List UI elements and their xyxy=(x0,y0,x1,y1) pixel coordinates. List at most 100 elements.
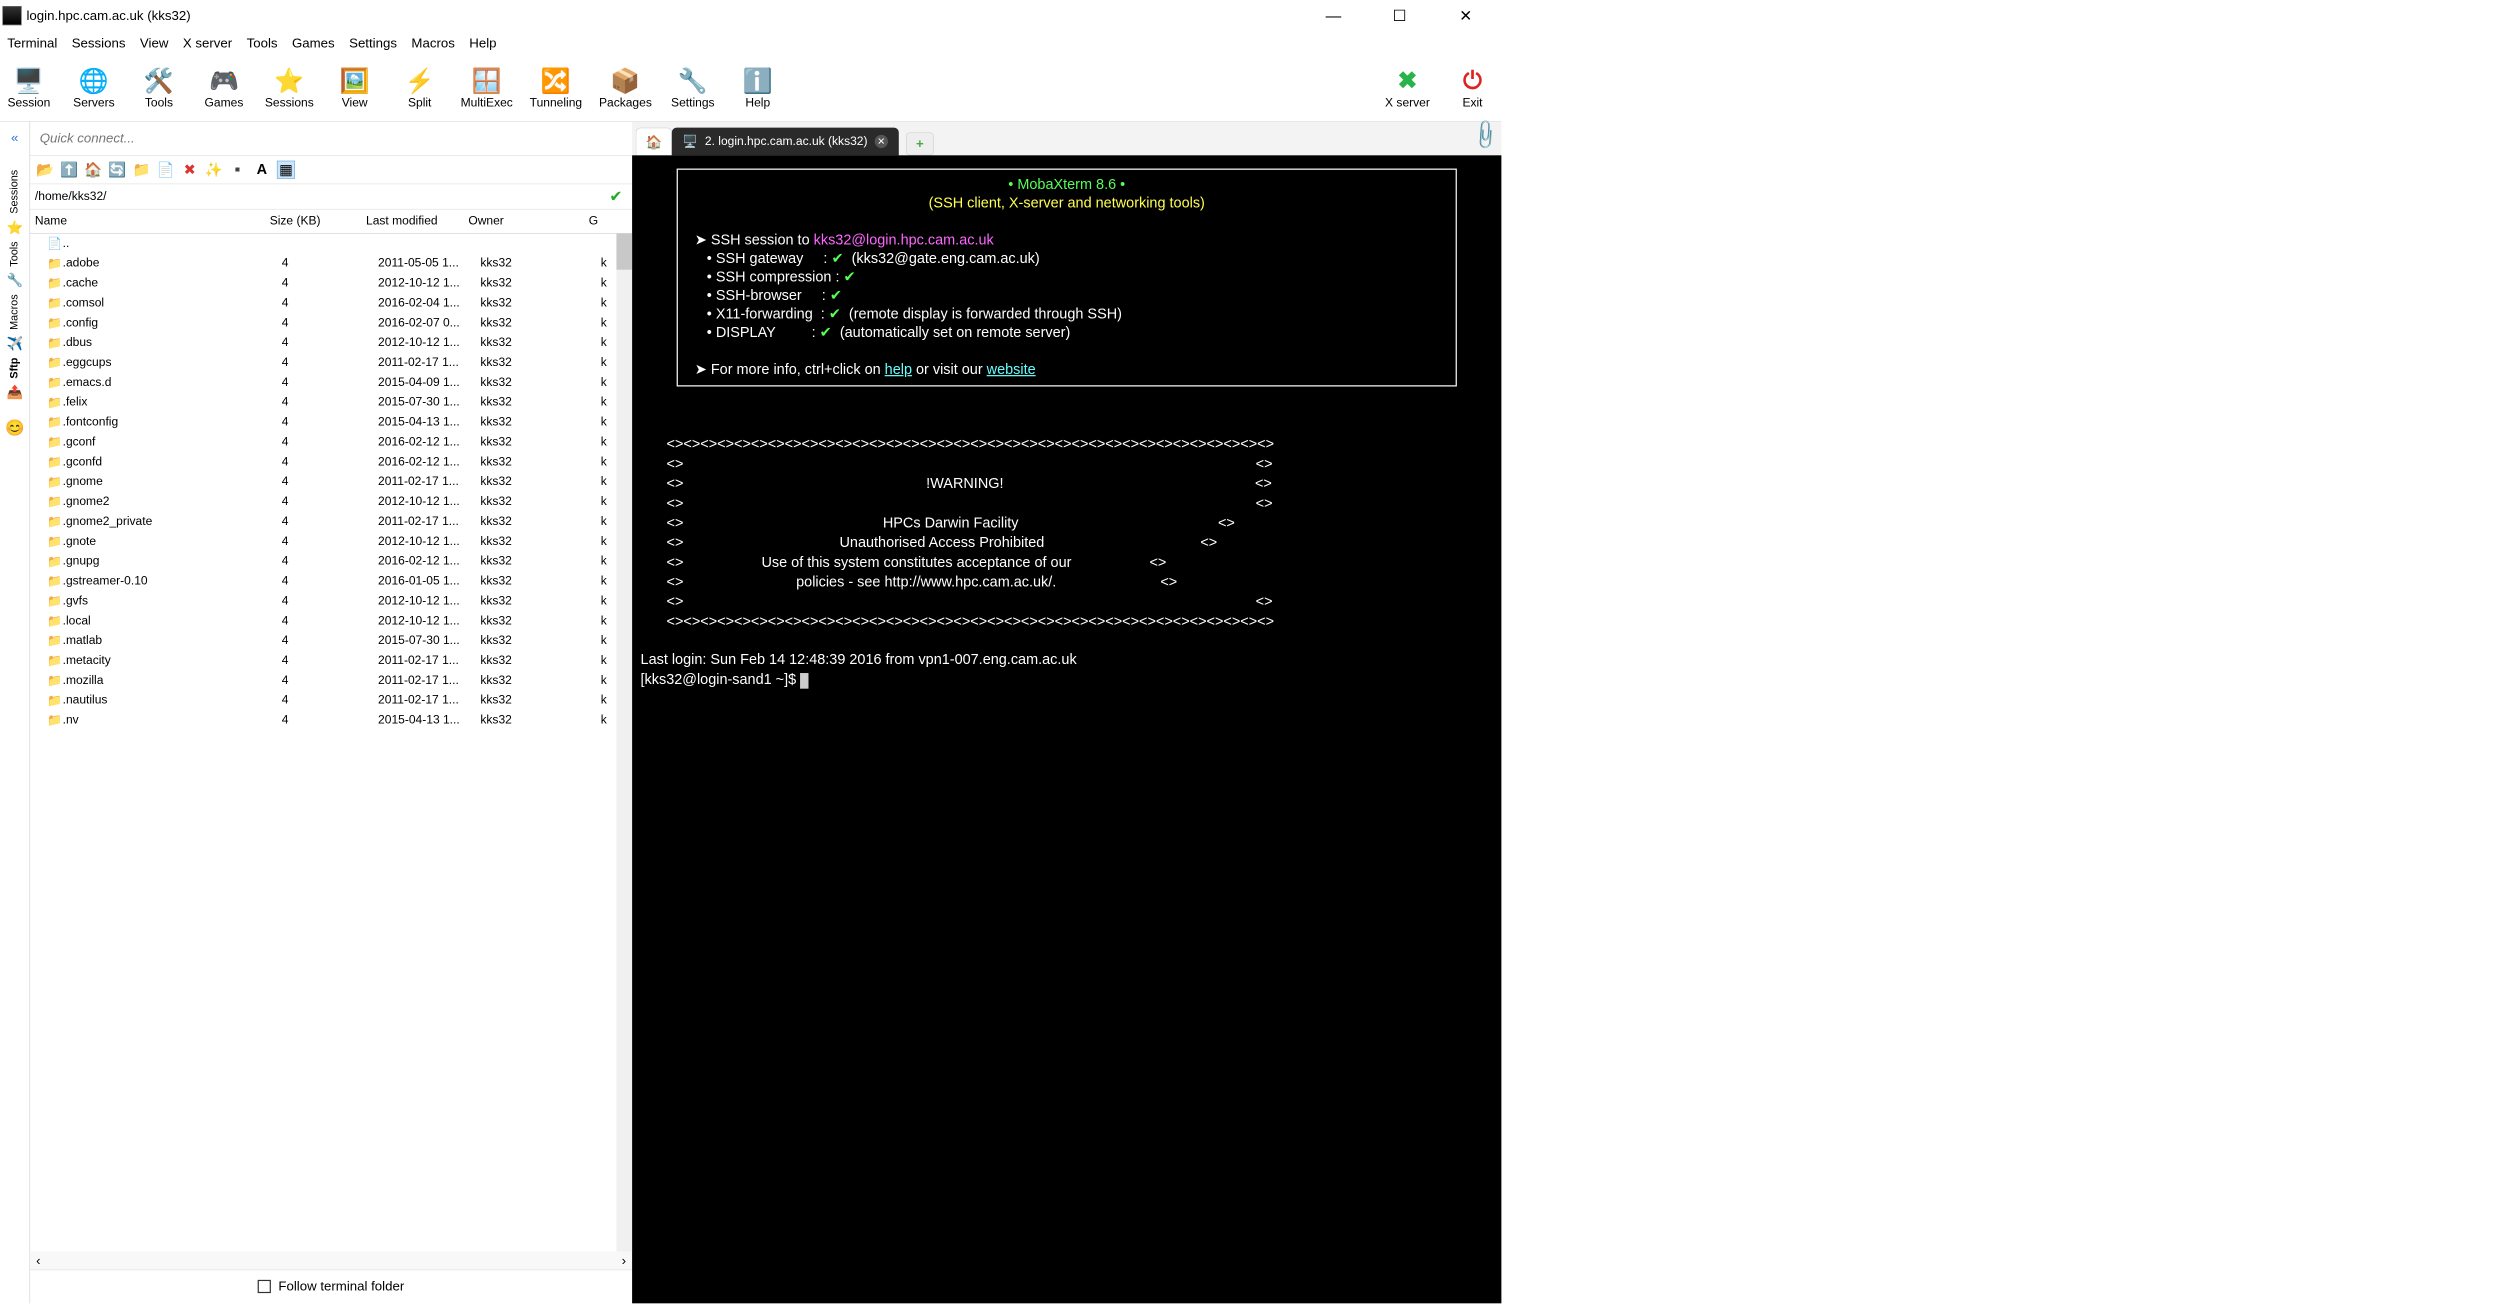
file-row[interactable]: 📁.gconf42016-02-12 1...kks32k xyxy=(30,432,632,452)
file-row[interactable]: 📁.nv42015-04-13 1...kks32k xyxy=(30,710,632,730)
terminal-icon[interactable]: ▪️ xyxy=(229,161,247,179)
path-input[interactable] xyxy=(35,190,605,204)
side-tab-sftp[interactable]: Sftp xyxy=(6,352,21,385)
main-toolbar: 🖥️Session 🌐Servers 🛠️Tools 🎮Games ⭐Sessions 🖼… xyxy=(0,55,1501,121)
folder-icon: 📁 xyxy=(47,514,63,529)
toolbar-x-server[interactable]: ✖X server xyxy=(1383,66,1431,110)
file-row[interactable]: 📁.gnote42012-10-12 1...kks32k xyxy=(30,532,632,552)
folder-icon: 📁 xyxy=(47,474,63,489)
file-row[interactable]: 📁.local42012-10-12 1...kks32k xyxy=(30,611,632,631)
menu-games[interactable]: Games xyxy=(292,36,335,52)
file-row[interactable]: 📁.gnome242012-10-12 1...kks32k xyxy=(30,492,632,512)
menu-tools[interactable]: Tools xyxy=(247,36,278,52)
col-modified[interactable]: Last modified xyxy=(366,214,468,228)
folder-icon: 📁 xyxy=(47,256,63,271)
menu-sessions[interactable]: Sessions xyxy=(72,36,126,52)
minimize-button[interactable]: — xyxy=(1312,4,1354,28)
toolbar-session[interactable]: 🖥️Session xyxy=(5,66,53,110)
toolbar-help[interactable]: ℹ️Help xyxy=(734,66,782,110)
multiexec-icon: 🪟 xyxy=(472,66,501,95)
sessions-icon: ⭐ xyxy=(275,66,304,95)
toolbar-tunneling[interactable]: 🔀Tunneling xyxy=(530,66,582,110)
globe-icon[interactable]: 😊 xyxy=(5,418,24,437)
file-row[interactable]: 📁.gstreamer-0.1042016-01-05 1...kks32k xyxy=(30,571,632,591)
folder-icon: 📁 xyxy=(47,335,63,350)
side-tab-sessions[interactable]: Sessions xyxy=(6,164,21,220)
menu-view[interactable]: View xyxy=(140,36,168,52)
term-subtitle: (SSH client, X-server and networking too… xyxy=(929,195,1205,211)
home-icon[interactable]: 🏠 xyxy=(84,161,102,179)
folder-icon[interactable]: 📁 xyxy=(132,161,150,179)
toolbar-sessions[interactable]: ⭐Sessions xyxy=(265,66,314,110)
file-row[interactable]: 📁.gnome42011-02-17 1...kks32k xyxy=(30,472,632,492)
file-row[interactable]: 📁.config42016-02-07 0...kks32k xyxy=(30,313,632,333)
tab-close-icon[interactable]: ✕ xyxy=(875,135,888,148)
col-size[interactable]: Size (KB) xyxy=(270,214,366,228)
parent-row[interactable]: 📄 .. xyxy=(30,234,632,254)
file-row[interactable]: 📁.comsol42016-02-04 1...kks32k xyxy=(30,293,632,313)
file-row[interactable]: 📁.eggcups42011-02-17 1...kks32k xyxy=(30,353,632,373)
font-icon[interactable]: A xyxy=(253,161,271,179)
side-tab-macros[interactable]: Macros xyxy=(6,288,21,336)
file-row[interactable]: 📁.felix42015-07-30 1...kks32k xyxy=(30,393,632,413)
file-row[interactable]: 📁.matlab42015-07-30 1...kks32k xyxy=(30,631,632,651)
file-row[interactable]: 📁.mozilla42011-02-17 1...kks32k xyxy=(30,671,632,691)
home-tab[interactable]: 🏠 xyxy=(636,128,672,156)
open-icon[interactable]: 📂 xyxy=(36,161,54,179)
menu-settings[interactable]: Settings xyxy=(349,36,397,52)
sessions-icon: ⭐ xyxy=(6,220,22,236)
sftp-panel: 📂 ⬆️ 🏠 🔄 📁 📄 ✖ ✨ ▪️ A ▦ ✔ Name Size (KB)… xyxy=(30,122,632,1304)
terminal[interactable]: • MobaXterm 8.6 • (SSH client, X-server … xyxy=(632,155,1501,1303)
file-row[interactable]: 📁.fontconfig42015-04-13 1...kks32k xyxy=(30,412,632,432)
file-icon[interactable]: 📄 xyxy=(157,161,175,179)
file-row[interactable]: 📁.metacity42011-02-17 1...kks32k xyxy=(30,651,632,671)
maximize-button[interactable]: ☐ xyxy=(1379,4,1421,28)
toolbar-packages[interactable]: 📦Packages xyxy=(599,66,652,110)
up-icon[interactable]: ⬆️ xyxy=(60,161,78,179)
file-row[interactable]: 📁.cache42012-10-12 1...kks32k xyxy=(30,273,632,293)
file-row[interactable]: 📁.adobe42011-05-05 1...kks32k xyxy=(30,253,632,273)
file-row[interactable]: 📁.nautilus42011-02-17 1...kks32k xyxy=(30,690,632,710)
col-name[interactable]: Name xyxy=(35,214,270,228)
menu-macros[interactable]: Macros xyxy=(411,36,454,52)
menu-help[interactable]: Help xyxy=(469,36,496,52)
delete-icon[interactable]: ✖ xyxy=(181,161,199,179)
toolbar-tools[interactable]: 🛠️Tools xyxy=(135,66,183,110)
toolbar-settings[interactable]: 🔧Settings xyxy=(669,66,717,110)
follow-row[interactable]: Follow terminal folder xyxy=(30,1269,632,1303)
help-link[interactable]: help xyxy=(885,361,912,377)
toolbar-view[interactable]: 🖼️View xyxy=(331,66,379,110)
close-button[interactable]: ✕ xyxy=(1445,4,1487,28)
website-link[interactable]: website xyxy=(987,361,1036,377)
file-row[interactable]: 📁.gnupg42016-02-12 1...kks32k xyxy=(30,551,632,571)
quick-connect-input[interactable] xyxy=(40,131,623,147)
toolbar-games[interactable]: 🎮Games xyxy=(200,66,248,110)
toolbar-exit[interactable]: ⏻Exit xyxy=(1448,66,1496,110)
file-list[interactable]: 📄 .. 📁.adobe42011-05-05 1...kks32k📁.cach… xyxy=(30,234,632,1252)
new-tab-button[interactable]: + xyxy=(906,132,934,155)
side-tab-tools[interactable]: Tools xyxy=(6,235,21,272)
grid-icon[interactable]: ▦ xyxy=(277,161,295,179)
col-owner[interactable]: Owner xyxy=(468,214,588,228)
session-tab[interactable]: 🖥️ 2. login.hpc.cam.ac.uk (kks32) ✕ xyxy=(672,128,899,156)
file-row[interactable]: 📁.emacs.d42015-04-09 1...kks32k xyxy=(30,373,632,393)
col-group[interactable]: G xyxy=(589,214,613,228)
toolbar-split[interactable]: ⚡Split xyxy=(396,66,444,110)
file-row[interactable]: 📁.gvfs42012-10-12 1...kks32k xyxy=(30,591,632,611)
vscrollbar[interactable] xyxy=(616,234,632,1252)
file-row[interactable]: 📁.gconfd42016-02-12 1...kks32k xyxy=(30,452,632,472)
wand-icon[interactable]: ✨ xyxy=(205,161,223,179)
menu-terminal[interactable]: Terminal xyxy=(7,36,57,52)
hscrollbar[interactable]: ‹› xyxy=(30,1251,632,1269)
file-list-header[interactable]: Name Size (KB) Last modified Owner G xyxy=(30,209,632,233)
refresh-icon[interactable]: 🔄 xyxy=(108,161,126,179)
macros-icon: ✈️ xyxy=(6,336,22,352)
toolbar-multiexec[interactable]: 🪟MultiExec xyxy=(461,66,513,110)
menu-x-server[interactable]: X server xyxy=(183,36,232,52)
file-row[interactable]: 📁.dbus42012-10-12 1...kks32k xyxy=(30,333,632,353)
toolbar-servers[interactable]: 🌐Servers xyxy=(70,66,118,110)
file-row[interactable]: 📁.gnome2_private42011-02-17 1...kks32k xyxy=(30,512,632,532)
view-icon: 🖼️ xyxy=(340,66,369,95)
collapse-icon[interactable]: « xyxy=(11,130,18,146)
follow-checkbox[interactable] xyxy=(258,1280,271,1293)
